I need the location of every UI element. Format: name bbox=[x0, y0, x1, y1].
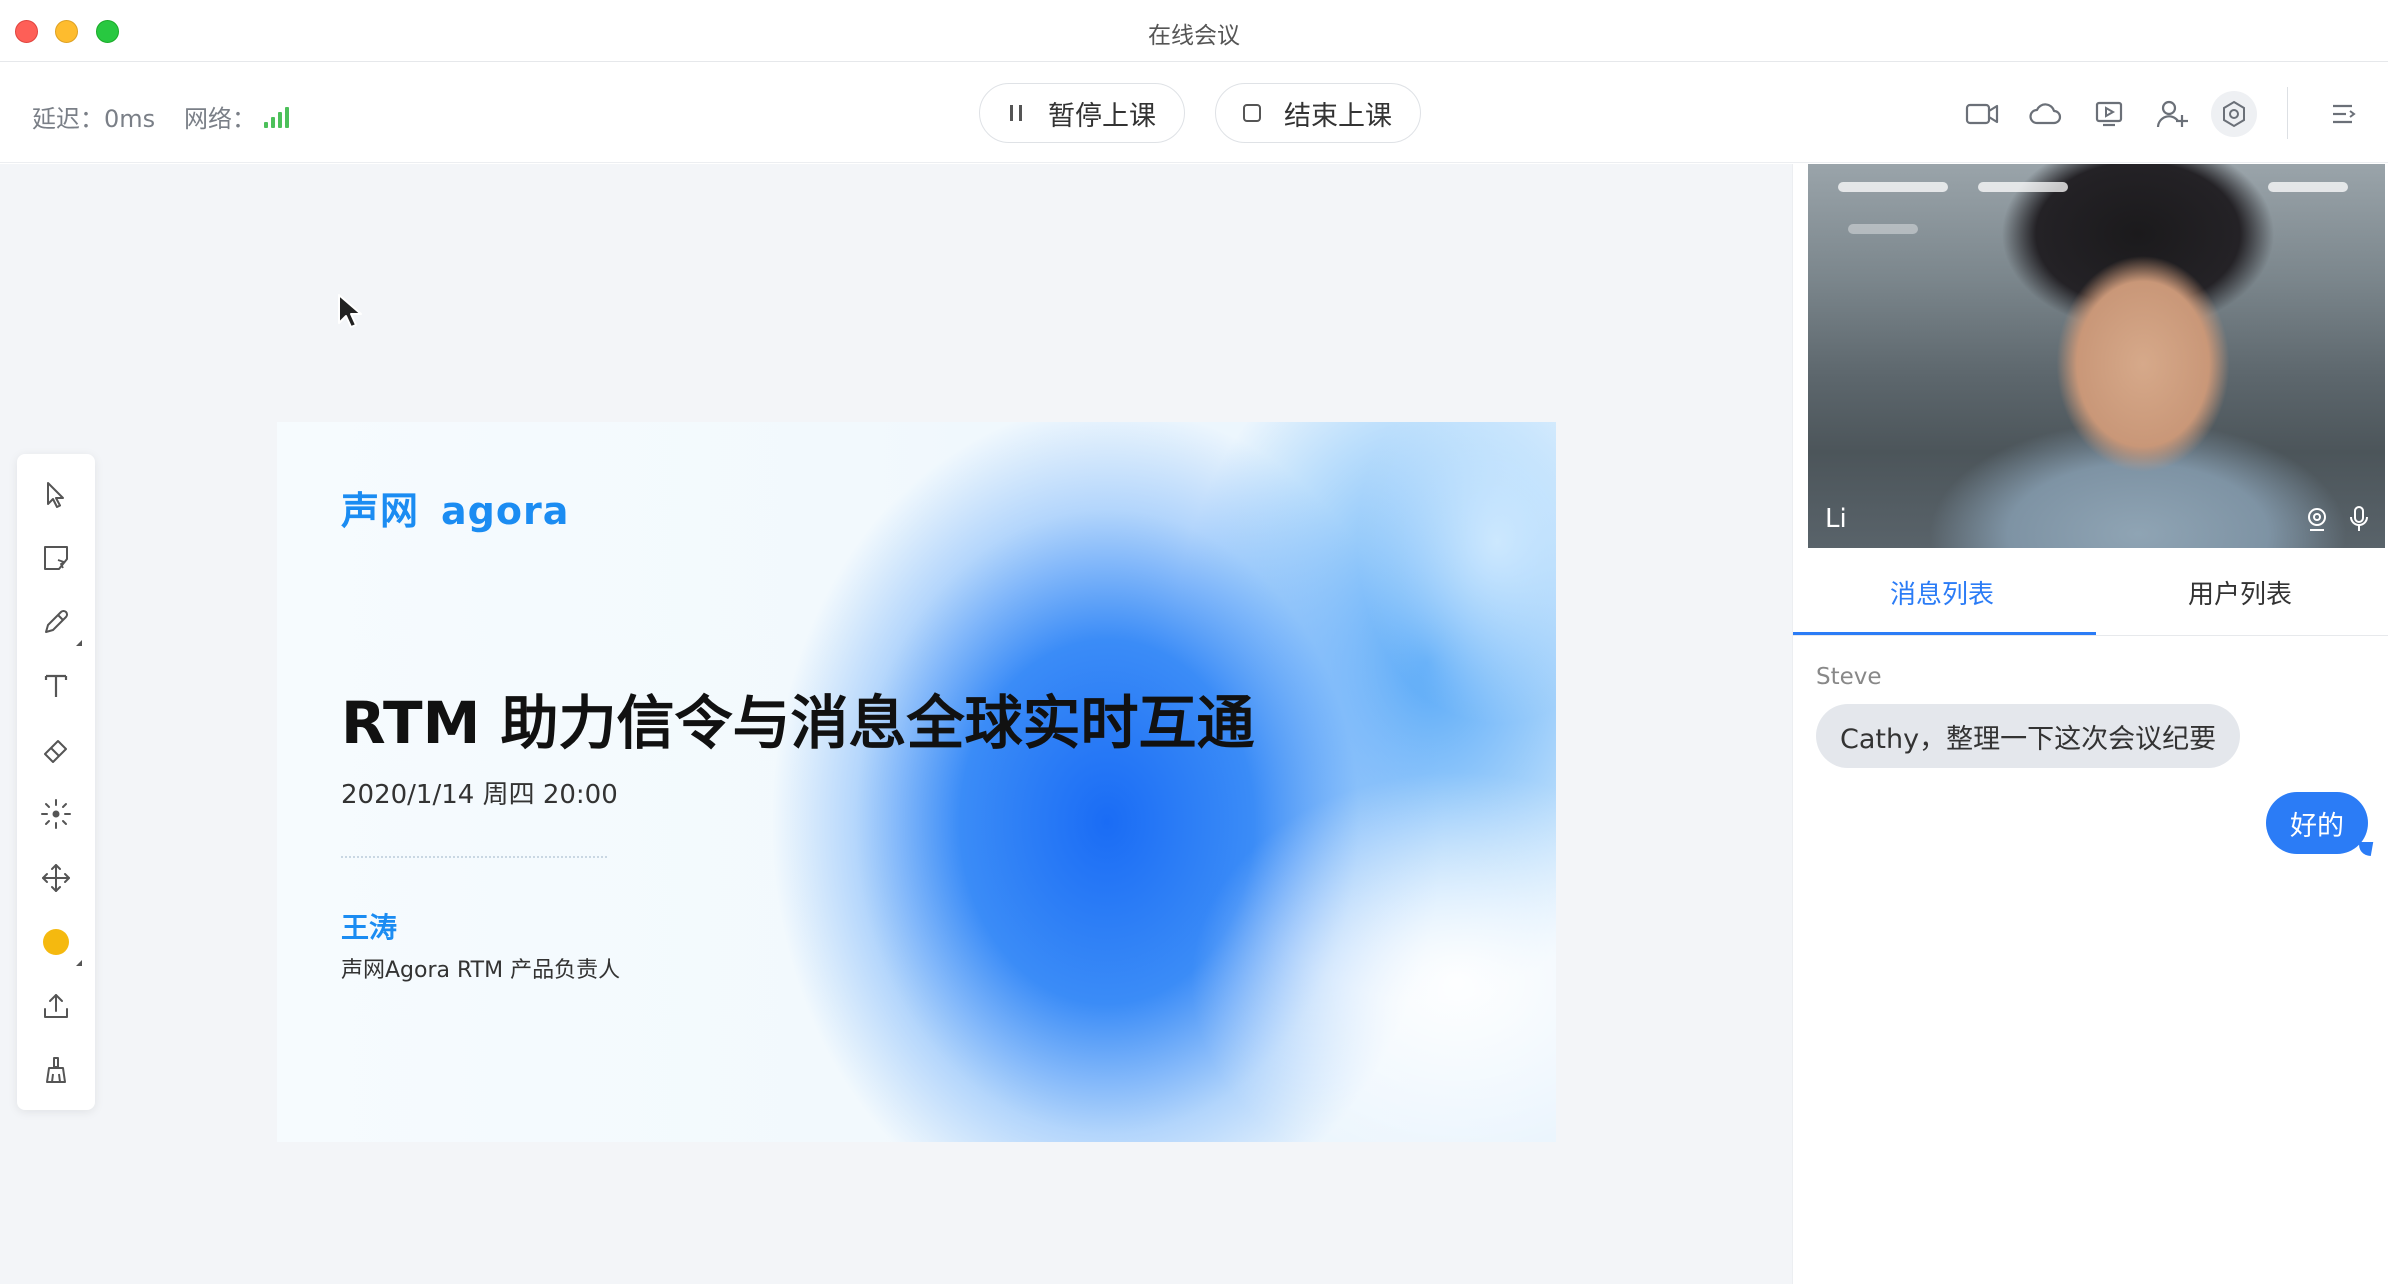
cloud-icon[interactable] bbox=[2025, 94, 2065, 134]
camera-status-icon[interactable] bbox=[2302, 504, 2332, 534]
latency-value: 0ms bbox=[104, 105, 156, 133]
stop-icon bbox=[1240, 103, 1264, 123]
text-tool-icon[interactable] bbox=[36, 666, 76, 706]
color-picker-icon[interactable] bbox=[36, 922, 82, 966]
latency-status: 延迟：0ms bbox=[32, 99, 155, 134]
signal-strength-icon bbox=[264, 107, 289, 128]
message-sender: Steve bbox=[1816, 664, 1882, 690]
network-status: 网络： bbox=[184, 99, 289, 134]
window-titlebar: 在线会议 bbox=[0, 0, 2388, 62]
screen-share-icon[interactable] bbox=[2089, 94, 2129, 134]
pause-icon bbox=[1004, 104, 1028, 122]
laser-pointer-tool-icon[interactable] bbox=[36, 794, 76, 834]
own-message-text: 好的 bbox=[2290, 810, 2344, 842]
eraser-tool-icon[interactable] bbox=[36, 730, 76, 770]
menu-icon[interactable] bbox=[2324, 94, 2364, 134]
message-bubble: Cathy，整理一下这次会议纪要 bbox=[1816, 704, 2241, 768]
panel-tabs: 消息列表 用户列表 bbox=[1793, 548, 2388, 636]
select-tool-icon[interactable] bbox=[36, 474, 76, 514]
pencil-tool-icon[interactable] bbox=[36, 602, 82, 646]
tab-message-list[interactable]: 消息列表 bbox=[1793, 548, 2091, 636]
active-tab-indicator bbox=[1793, 632, 2096, 635]
speaker-role: 声网Agora RTM 产品负责人 bbox=[341, 958, 621, 983]
toolbar-divider bbox=[2287, 87, 2288, 139]
own-message-bubble: 好的 bbox=[2266, 792, 2374, 856]
latency-label: 延迟： bbox=[32, 105, 104, 133]
end-class-button[interactable]: 结束上课 bbox=[1215, 83, 1421, 143]
upload-tool-icon[interactable] bbox=[36, 986, 76, 1026]
microphone-icon[interactable] bbox=[2344, 504, 2374, 534]
mouse-cursor-icon bbox=[337, 293, 363, 333]
tab-user-list[interactable]: 用户列表 bbox=[2091, 548, 2388, 636]
sticky-note-tool-icon[interactable] bbox=[36, 538, 76, 578]
slide-date: 2020/1/14 周四 20:00 bbox=[341, 780, 618, 810]
pause-class-label: 暂停上课 bbox=[1048, 100, 1156, 132]
pause-class-button[interactable]: 暂停上课 bbox=[979, 83, 1185, 143]
camera-icon[interactable] bbox=[1962, 94, 2002, 134]
whiteboard-canvas[interactable]: 声网 agora RTM 助力信令与消息全球实时互通 2020/1/14 周四 2… bbox=[0, 164, 1792, 1284]
agora-logo: 声网 agora bbox=[341, 489, 570, 533]
move-tool-icon[interactable] bbox=[36, 858, 76, 898]
clear-board-tool-icon[interactable] bbox=[36, 1050, 76, 1090]
slide-divider bbox=[341, 856, 607, 858]
participant-video[interactable]: Li bbox=[1808, 164, 2385, 548]
top-bar: 延迟：0ms 网络： 暂停上课 结束上课 bbox=[0, 63, 2388, 163]
end-class-label: 结束上课 bbox=[1284, 100, 1392, 132]
whiteboard-toolbar bbox=[17, 454, 95, 1110]
add-user-icon[interactable] bbox=[2152, 94, 2192, 134]
side-panel: Li 消息列表 用户列表 Steve Cathy，整理一下这次会议纪要 好的 bbox=[1792, 164, 2388, 1284]
slide-title: RTM 助力信令与消息全球实时互通 bbox=[341, 689, 1255, 757]
settings-icon[interactable] bbox=[2211, 91, 2257, 137]
window-title: 在线会议 bbox=[1148, 23, 1240, 49]
speaker-name: 王涛 bbox=[341, 911, 398, 944]
presentation-slide: 声网 agora RTM 助力信令与消息全球实时互通 2020/1/14 周四 2… bbox=[277, 422, 1556, 1142]
network-label: 网络： bbox=[184, 105, 256, 133]
video-participant-name: Li bbox=[1825, 504, 1847, 534]
